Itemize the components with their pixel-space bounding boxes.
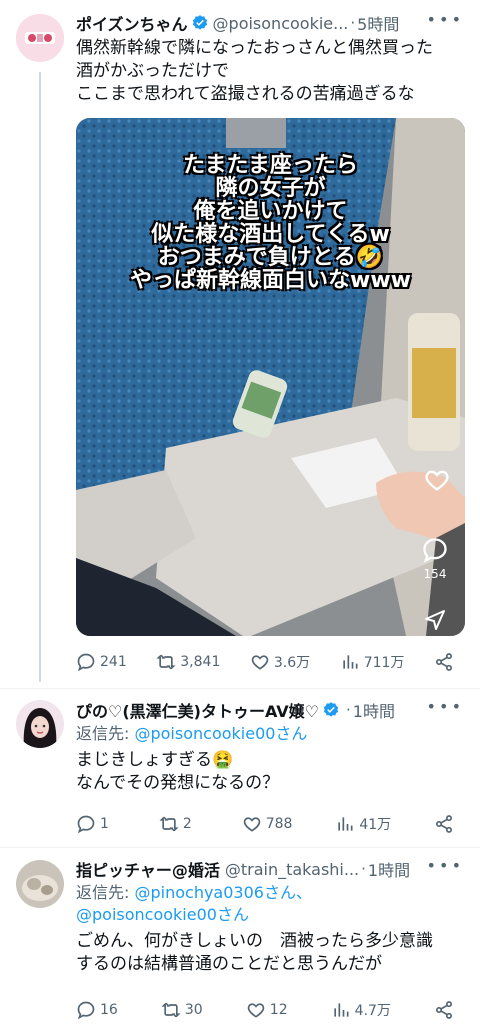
video-share-icon[interactable] (423, 608, 447, 635)
reply-icon (77, 653, 95, 672)
like-button[interactable]: 788 (242, 814, 292, 834)
display-name[interactable]: ぴの♡(黒澤仁美)タトゥーAV嬢♡ (76, 699, 319, 721)
handle[interactable]: @poisoncookie... (213, 14, 349, 33)
views-button[interactable]: 711万 (340, 652, 404, 672)
avatar[interactable] (16, 14, 64, 62)
replying-to: 返信先: @poisoncookie00さん (76, 724, 308, 743)
reply-tweet[interactable]: ぴの♡(黒澤仁美)タトゥーAV嬢♡ · 1時間 • • • 返信先: @pois… (0, 689, 480, 847)
views-button[interactable]: 4.7万 (331, 1000, 391, 1020)
tweet-text: ごめん、何がきしょいの 酒被ったら多少意識 するのは結構普通のことだと思うんだが (76, 931, 433, 974)
video-caption: たまたま座ったら 隣の女子が 俺を追いかけて 似た様な酒出してくるw おつまみで… (130, 153, 411, 293)
like-button[interactable]: 12 (246, 1000, 288, 1020)
retweet-button[interactable]: 30 (161, 1000, 203, 1020)
display-name[interactable]: ポイズンちゃん (76, 12, 188, 34)
views-icon (343, 655, 358, 669)
tweet-main[interactable]: ポイズンちゃん @poisoncookie... · 5時間 • • • 偶然新… (0, 0, 480, 690)
replying-to: 返信先: @pinochya0306さん、 @poisoncookie00さん (76, 883, 312, 924)
retweet-button[interactable]: 2 (159, 814, 199, 834)
retweet-icon (156, 654, 176, 670)
heart-icon (247, 1003, 265, 1018)
tweet-header: 指ピッチャー@婚活 @train_takashi... · 1時間 (76, 858, 468, 881)
heart-icon (251, 655, 269, 670)
mention-link[interactable]: @poisoncookie00さん (134, 724, 307, 743)
reply-icon (77, 815, 95, 834)
timestamp[interactable]: 5時間 (357, 12, 399, 34)
tweet-header: ポイズンちゃん @poisoncookie... · 5時間 (76, 12, 468, 35)
retweet-button[interactable]: 3,841 (156, 652, 220, 672)
video-reply-count: 154 (423, 567, 447, 581)
timestamp[interactable]: 1時間 (368, 858, 410, 880)
more-options-icon[interactable]: • • • (427, 697, 461, 716)
tweet-actions: 16 30 12 4.7万 (76, 998, 458, 1022)
retweet-icon (161, 1002, 181, 1018)
views-icon (334, 1003, 349, 1017)
handle[interactable]: @train_takashi... (225, 860, 359, 879)
share-button[interactable] (434, 652, 458, 672)
share-button[interactable] (434, 814, 458, 834)
video-reply-icon[interactable]: 154 (421, 536, 449, 581)
verified-badge-icon (322, 701, 340, 719)
avatar[interactable] (16, 860, 64, 908)
views-icon (338, 817, 353, 831)
reply-button[interactable]: 241 (76, 652, 127, 672)
more-options-icon[interactable]: • • • (427, 856, 461, 875)
tweet-text: まじきしょすぎる🤮 なんでその発想になるの？ (76, 750, 280, 793)
share-icon (435, 653, 452, 671)
timestamp[interactable]: 1時間 (353, 699, 395, 721)
heart-icon (243, 817, 260, 832)
mention-link[interactable]: @pinochya0306さん、 (134, 883, 311, 902)
reply-icon (77, 1001, 95, 1020)
tweet-video[interactable]: たまたま座ったら 隣の女子が 俺を追いかけて 似た様な酒出してくるw おつまみで… (76, 118, 465, 636)
avatar[interactable] (16, 700, 64, 748)
share-button[interactable] (434, 1000, 458, 1020)
more-options-icon[interactable]: • • • (427, 10, 461, 29)
tweet-actions: 1 2 788 41万 (76, 812, 458, 836)
tweet-text: 偶然新幹線で隣になったおっさんと偶然買った 酒がかぶっただけで ここまで思われて… (76, 38, 433, 104)
like-button[interactable]: 3.6万 (250, 652, 310, 672)
mention-link[interactable]: @poisoncookie00さん (76, 905, 249, 924)
share-icon (436, 1001, 452, 1019)
tweet-header: ぴの♡(黒澤仁美)タトゥーAV嬢♡ · 1時間 (76, 699, 468, 721)
video-like-icon[interactable] (423, 466, 451, 497)
display-name[interactable]: 指ピッチャー@婚活 (76, 858, 220, 880)
views-button[interactable]: 41万 (335, 814, 391, 834)
share-icon (436, 815, 452, 833)
tweet-actions: 241 3,841 3.6万 711万 (76, 650, 458, 674)
retweet-icon (159, 816, 179, 832)
verified-badge-icon (191, 14, 209, 32)
reply-button[interactable]: 16 (76, 1000, 118, 1020)
reply-tweet[interactable]: 指ピッチャー@婚活 @train_takashi... · 1時間 • • • … (0, 848, 480, 1028)
reply-button[interactable]: 1 (76, 814, 116, 834)
